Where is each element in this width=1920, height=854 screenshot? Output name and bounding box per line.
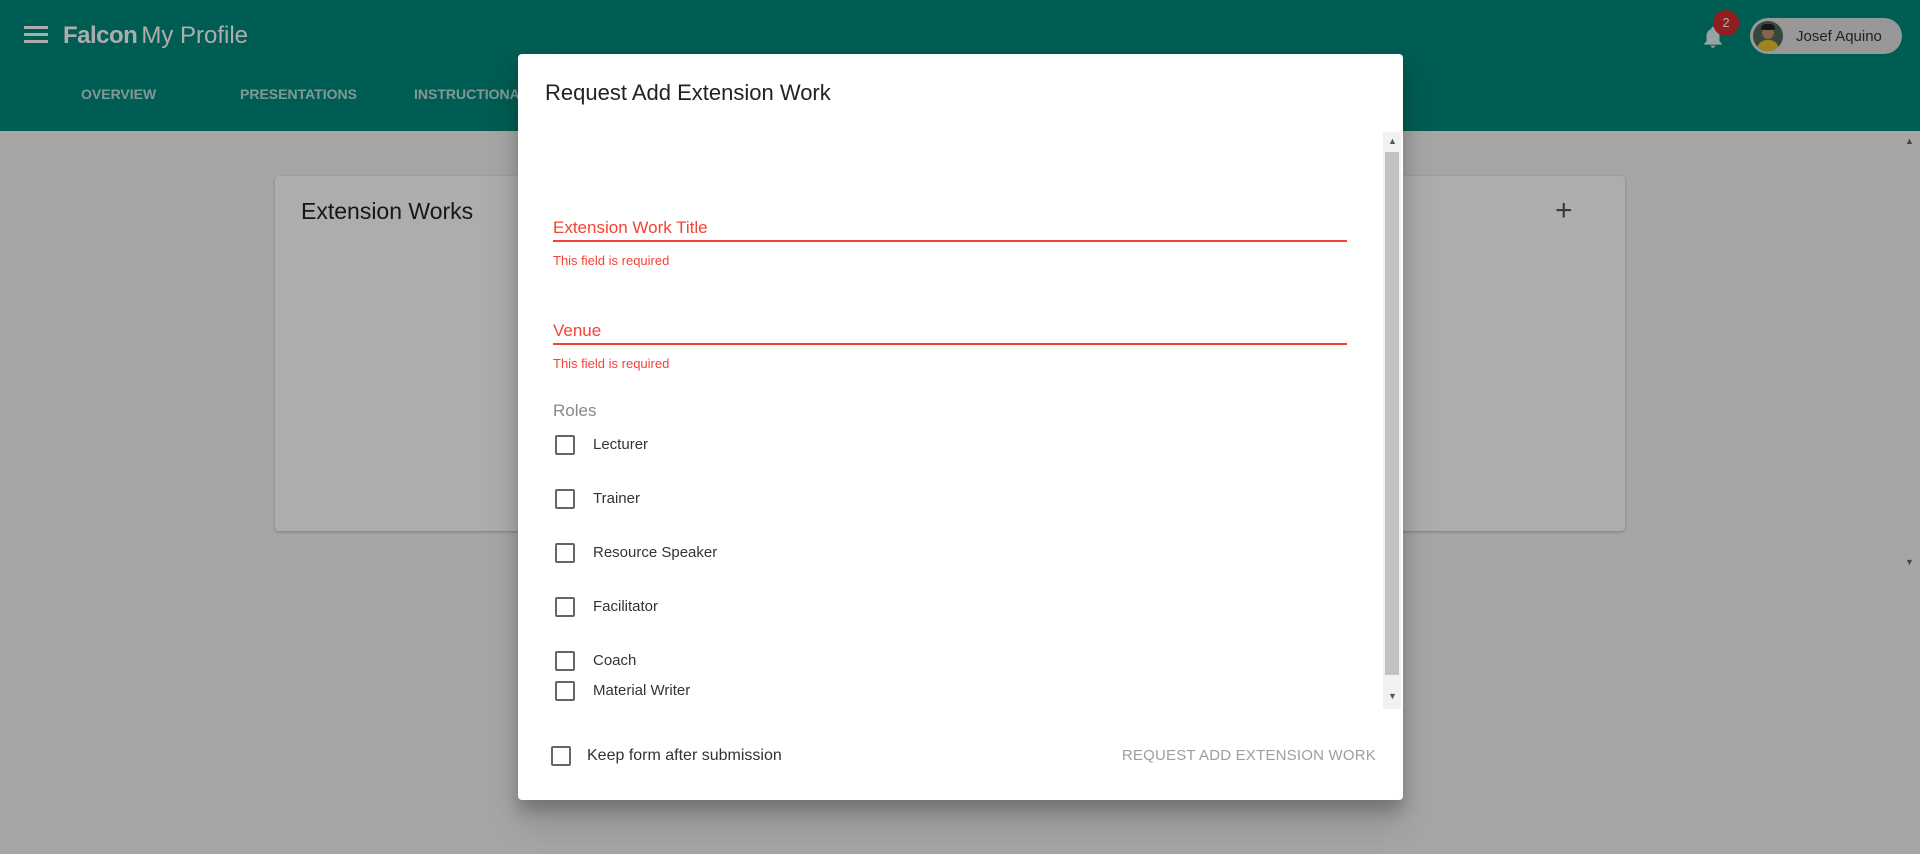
roles-label: Roles: [553, 401, 597, 420]
checkbox[interactable]: [555, 435, 575, 455]
field-error: This field is required: [553, 253, 670, 268]
scroll-thumb[interactable]: [1385, 152, 1399, 675]
role-label: Trainer: [593, 490, 640, 507]
request-extension-work-dialog: Request Add Extension Work Extension Wor…: [518, 54, 1403, 800]
role-label: Resource Speaker: [593, 544, 718, 561]
field-underline: [553, 240, 1347, 242]
keep-form-label: Keep form after submission: [587, 747, 782, 764]
role-label: Facilitator: [593, 598, 659, 615]
role-label: Lecturer: [593, 436, 649, 453]
role-label: Coach: [593, 652, 637, 669]
checkbox[interactable]: [555, 543, 575, 563]
checkbox[interactable]: [555, 681, 575, 701]
dialog-scrollbar[interactable]: ▲ ▼: [1383, 132, 1401, 709]
scroll-down-icon[interactable]: ▼: [1388, 691, 1397, 701]
request-add-extension-work-button[interactable]: REQUEST ADD EXTENSION WORK: [1086, 738, 1376, 774]
role-label: Material Writer: [593, 682, 691, 699]
dialog-content: Extension Work Title This field is requi…: [518, 132, 1403, 709]
field-label: Extension Work Title: [553, 218, 708, 237]
dialog-title: Request Add Extension Work: [545, 80, 831, 105]
checkbox[interactable]: [555, 597, 575, 617]
field-underline: [553, 343, 1347, 345]
field-label: Venue: [553, 321, 602, 340]
checkbox[interactable]: [551, 746, 571, 766]
field-error: This field is required: [553, 356, 670, 371]
checkbox[interactable]: [555, 489, 575, 509]
scroll-up-icon[interactable]: ▲: [1388, 136, 1397, 146]
checkbox[interactable]: [555, 651, 575, 671]
